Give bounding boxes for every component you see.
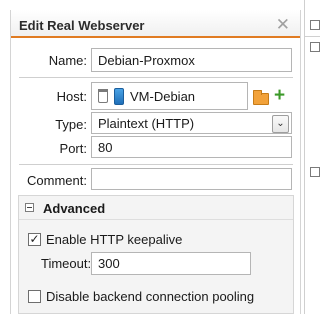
port-input[interactable]: 80 (91, 136, 292, 158)
dialog-title: Edit Real Webserver (19, 18, 145, 33)
edit-webserver-dialog: Edit Real Webserver ✕ Name: Debian-Proxm… (10, 10, 301, 314)
divider (19, 77, 293, 78)
type-select[interactable]: Plaintext (HTTP) ⌄ (91, 112, 292, 134)
comment-input[interactable] (91, 168, 292, 190)
host-dropzone[interactable]: VM-Debian (91, 82, 248, 110)
chevron-down-icon[interactable]: ⌄ (272, 115, 289, 133)
monitor-icon (114, 87, 124, 105)
close-icon[interactable]: ✕ (276, 15, 290, 35)
background-window-edge (304, 0, 320, 314)
name-input[interactable]: Debian-Proxmox (91, 48, 292, 72)
pooling-label: Disable backend connection pooling (46, 289, 255, 304)
host-row: Host: VM-Debian + (11, 82, 300, 110)
plus-icon[interactable]: + (274, 86, 285, 105)
keepalive-label: Enable HTTP keepalive (46, 232, 183, 247)
comment-row: Comment: (11, 168, 300, 194)
timeout-label: Timeout: (41, 256, 92, 271)
background-checkbox[interactable] (310, 167, 320, 177)
background-divider (305, 36, 320, 37)
timeout-input[interactable]: 300 (91, 252, 251, 275)
collapse-icon[interactable] (25, 203, 34, 212)
keepalive-checkbox[interactable]: ✓ (28, 233, 41, 246)
type-label: Type: (55, 117, 87, 132)
name-label: Name: (48, 53, 87, 68)
pooling-checkbox[interactable] (28, 290, 41, 303)
folder-icon[interactable] (253, 90, 269, 105)
host-value: VM-Debian (130, 88, 196, 104)
divider (19, 164, 293, 165)
trash-icon[interactable] (98, 89, 108, 103)
advanced-title: Advanced (43, 201, 106, 216)
background-checkbox[interactable] (310, 20, 320, 30)
port-row: Port: 80 (11, 136, 300, 162)
name-row: Name: Debian-Proxmox (11, 48, 300, 74)
type-select-value: Plaintext (HTTP) (98, 116, 195, 131)
advanced-header[interactable]: Advanced (19, 196, 293, 220)
comment-label: Comment: (27, 173, 87, 188)
type-row: Type: Plaintext (HTTP) ⌄ (11, 112, 300, 138)
port-label: Port: (59, 141, 87, 156)
host-label: Host: (56, 89, 87, 104)
background-checkbox[interactable] (310, 42, 320, 52)
advanced-panel: Advanced ✓ Enable HTTP keepalive Timeout… (18, 195, 294, 314)
dialog-titlebar[interactable]: Edit Real Webserver ✕ (11, 10, 300, 38)
